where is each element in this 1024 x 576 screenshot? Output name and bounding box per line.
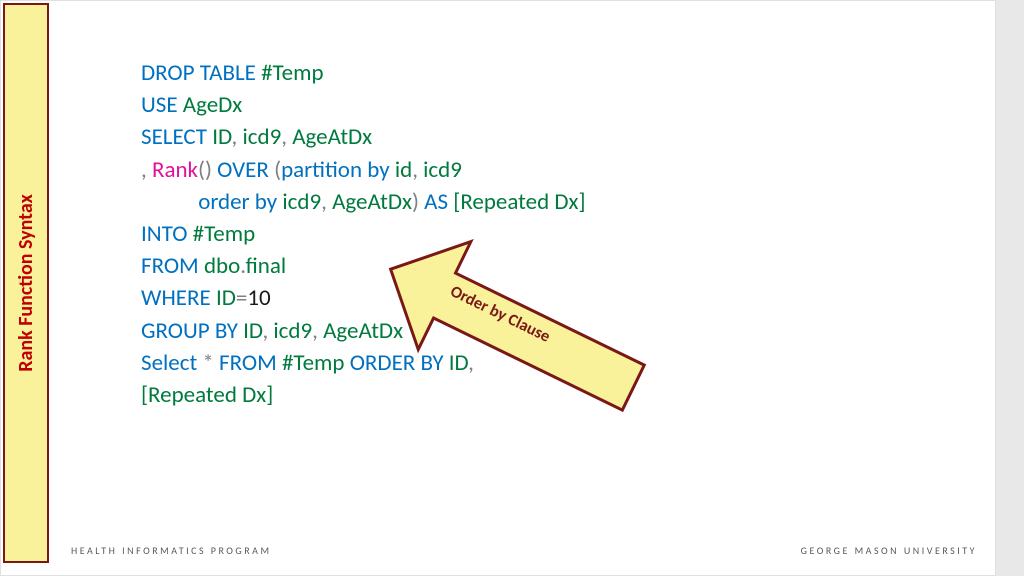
code-block: DROP TABLE #Temp USE AgeDx SELECT ID, ic…	[141, 57, 586, 411]
tok-icd9: icd9	[273, 317, 312, 345]
slide: Rank Function Syntax DROP TABLE #Temp US…	[0, 0, 996, 576]
kw-as: AS	[419, 188, 453, 216]
tok-repeated-dx: [Repeated Dx]	[141, 381, 273, 409]
tok-ageatdx: AgeAtDx	[332, 188, 412, 216]
tok-icd9: icd9	[423, 156, 462, 184]
right-gutter	[996, 0, 1024, 576]
tok-id: ID	[216, 284, 236, 312]
kw-into: INTO	[141, 220, 193, 248]
tok-comma: ,	[312, 317, 323, 345]
tok-id: id	[395, 156, 412, 184]
tok-parens: ()	[198, 156, 212, 184]
tok-ageatdx: AgeAtDx	[292, 123, 372, 151]
tok-icd9: icd9	[243, 123, 282, 151]
kw-use: USE	[141, 91, 183, 119]
tok-agedx: AgeDx	[183, 91, 243, 119]
kw-select: SELECT	[141, 123, 212, 151]
tok-temp: #Temp	[261, 59, 324, 87]
kw-order-by: order by	[141, 188, 282, 216]
tok-temp: #Temp	[193, 220, 256, 248]
kw-order-by: ORDER BY	[345, 349, 449, 377]
tok-ageatdx: AgeAtDx	[323, 317, 403, 345]
tok-comma: ,	[281, 123, 292, 151]
kw-where: WHERE	[141, 284, 216, 312]
tok-star: *	[202, 349, 213, 377]
footer-left: HEALTH INFORMATICS PROGRAM	[71, 544, 272, 557]
tok-lparen: (	[274, 156, 281, 184]
kw-from: FROM	[141, 252, 204, 280]
sidebar-title-box: Rank Function Syntax	[3, 3, 49, 563]
tok-comma: ,	[412, 156, 423, 184]
tok-id: ID	[212, 123, 231, 151]
tok-10: 10	[247, 284, 270, 312]
kw-over: OVER	[212, 156, 274, 184]
tok-final: final	[246, 252, 287, 280]
footer-right: GEORGE MASON UNIVERSITY	[801, 544, 977, 557]
kw-select: Select	[141, 349, 202, 377]
tok-icd9: icd9	[282, 188, 321, 216]
tok-comma: ,	[232, 123, 243, 151]
tok-comma: ,	[262, 317, 273, 345]
tok-comma: ,	[141, 156, 152, 184]
tok-comma: ,	[321, 188, 332, 216]
kw-drop-table: DROP TABLE	[141, 59, 261, 87]
tok-rparen: )	[412, 188, 419, 216]
tok-dbo: dbo	[204, 252, 240, 280]
tok-id: ID	[449, 349, 468, 377]
sidebar-title: Rank Function Syntax	[14, 194, 38, 372]
tok-id: ID	[243, 317, 262, 345]
tok-rank: Rank	[152, 156, 198, 184]
tok-temp: #Temp	[282, 349, 345, 377]
kw-from: FROM	[214, 349, 282, 377]
kw-partition-by: partition by	[281, 156, 395, 184]
tok-eq: =	[236, 284, 247, 312]
kw-group-by: GROUP BY	[141, 317, 243, 345]
tok-repeated-dx: [Repeated Dx]	[453, 188, 585, 216]
tok-comma: ,	[468, 349, 479, 377]
